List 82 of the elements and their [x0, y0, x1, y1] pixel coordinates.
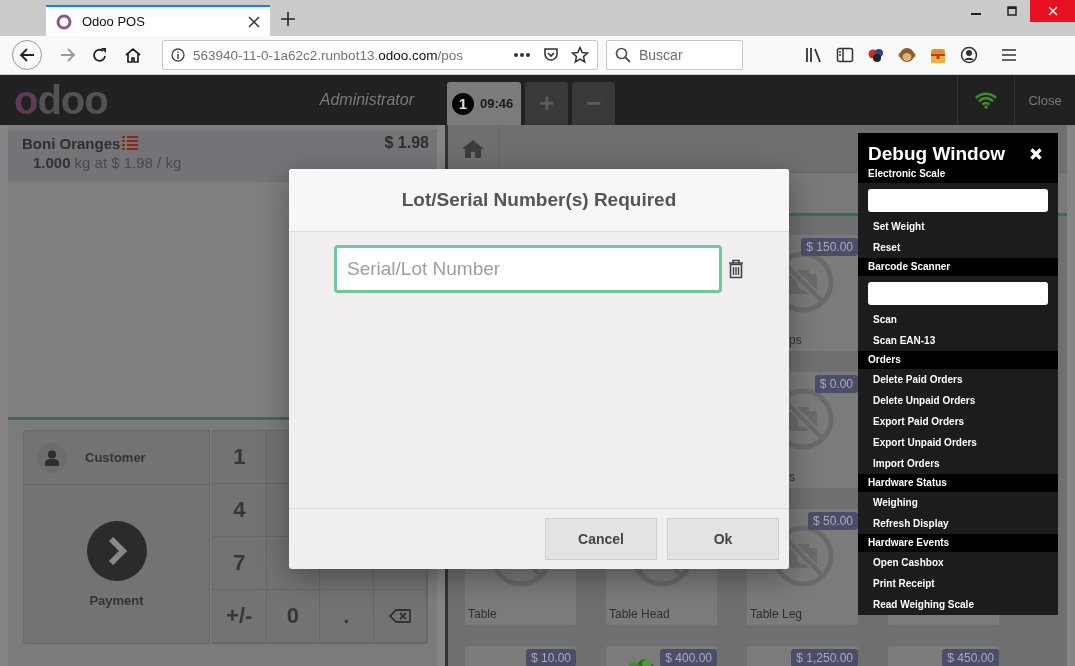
arrow-circle-icon[interactable] — [86, 520, 147, 581]
debug-action[interactable]: Export Paid Orders — [858, 411, 1058, 432]
tab-title: Odoo POS — [82, 14, 146, 29]
product-name: Table Head — [609, 607, 670, 621]
product-name: Table Leg — [750, 607, 803, 621]
product-tile[interactable]: $ 10.00 — [465, 646, 576, 666]
input-field[interactable] — [868, 189, 1048, 212]
order-number: 1 — [452, 92, 474, 115]
browser-tab[interactable]: Odoo POS — [46, 5, 270, 36]
wifi-icon — [974, 91, 998, 109]
trash-icon[interactable] — [728, 259, 744, 279]
debug-action[interactable]: Delete Unpaid Orders — [858, 390, 1058, 411]
sidebar-icon[interactable] — [836, 47, 854, 63]
close-icon[interactable] — [248, 15, 260, 28]
extension-icon[interactable] — [898, 46, 916, 64]
product-name: ps — [789, 333, 802, 347]
forward-icon[interactable] — [60, 47, 76, 63]
account-icon[interactable] — [960, 46, 978, 64]
price-tag: $ 50.00 — [807, 512, 858, 530]
product-tile[interactable]: $ 1,250.00 — [747, 646, 858, 666]
search-field[interactable]: Buscar — [606, 40, 743, 70]
section-heading: Electronic Scale — [858, 165, 1058, 183]
section-heading: Hardware Status — [858, 474, 1058, 492]
menu-icon[interactable] — [1001, 48, 1017, 62]
dialog-title: Lot/Serial Number(s) Required — [401, 189, 677, 211]
debug-action[interactable]: Scan — [858, 309, 1058, 330]
panel-title: Debug Window — [868, 143, 1006, 165]
price-tag: $ 450.00 — [942, 649, 999, 666]
debug-action[interactable]: Delete Paid Orders — [858, 369, 1058, 390]
backspace-icon — [388, 609, 411, 623]
price-tag: $ 150.00 — [801, 238, 858, 256]
list-icon — [122, 136, 139, 150]
ok-button[interactable]: Ok — [667, 518, 779, 560]
debug-action[interactable]: Print Receipt — [858, 573, 1058, 594]
order-tab[interactable]: 1 09:46 — [447, 82, 522, 125]
product-name: Table — [468, 607, 497, 621]
avatar-icon — [45, 449, 59, 466]
plus-icon[interactable] — [281, 12, 295, 26]
order-time: 09:46 — [480, 96, 514, 111]
ring-icon — [56, 13, 72, 30]
price-tag: $ 400.00 — [660, 649, 717, 666]
debug-action[interactable]: Scan EAN-13 — [858, 330, 1058, 351]
library-icon[interactable] — [805, 47, 823, 63]
debug-action[interactable]: Weighing — [858, 492, 1058, 513]
address-field[interactable]: 563940-11-0-1a62c2.runbot13.odoo.com/pos — [162, 40, 598, 70]
chest-icon[interactable] — [929, 46, 947, 64]
section-heading: Barcode Scanner — [858, 258, 1058, 276]
user-name: Administrator — [319, 91, 414, 109]
debug-action[interactable]: Import Orders — [858, 453, 1058, 474]
quantity: 1.000 — [33, 154, 71, 171]
close-button[interactable]: Close — [1015, 75, 1075, 125]
star-icon[interactable] — [571, 46, 589, 64]
info-icon[interactable] — [171, 48, 185, 62]
product-tile[interactable]: $ 400.00 — [606, 646, 717, 666]
reload-icon[interactable] — [92, 47, 108, 63]
cancel-button[interactable]: Cancel — [545, 518, 657, 560]
home-icon[interactable] — [124, 47, 142, 63]
section-heading: Hardware Events — [858, 534, 1058, 552]
backspace-key[interactable] — [373, 590, 427, 643]
back-icon[interactable] — [19, 47, 35, 63]
url-text: 563940-11-0-1a62c2.runbot13.odoo.com/pos — [193, 47, 464, 63]
debug-action[interactable]: Refresh Display — [858, 513, 1058, 534]
maximize-icon[interactable] — [1007, 6, 1017, 16]
product-tile[interactable]: $ 450.00 — [888, 646, 999, 666]
debug-action[interactable]: Set Weight — [858, 216, 1058, 237]
price-tag: $ 0.00 — [814, 375, 858, 393]
input-field[interactable] — [868, 282, 1048, 305]
product-name: Boni Oranges — [22, 134, 121, 152]
dots-icon[interactable] — [867, 47, 885, 63]
debug-action[interactable]: Export Unpaid Orders — [858, 432, 1058, 453]
pocket-icon[interactable] — [543, 47, 559, 63]
price-tag: $ 1,250.00 — [791, 649, 858, 666]
search-icon — [615, 47, 631, 63]
price-tag: $ 10.00 — [525, 649, 576, 666]
section-heading: Orders — [858, 351, 1058, 369]
more-icon[interactable] — [513, 52, 531, 58]
lot-number-field[interactable]: Serial/Lot Number — [334, 245, 722, 293]
debug-action[interactable]: Open Cashbox — [858, 552, 1058, 573]
debug-action[interactable]: Read Weighing Scale — [858, 594, 1058, 615]
line-price: $ 1.98 — [384, 134, 429, 152]
debug-action[interactable]: Reset — [858, 237, 1058, 258]
product-name: s — [789, 470, 795, 484]
